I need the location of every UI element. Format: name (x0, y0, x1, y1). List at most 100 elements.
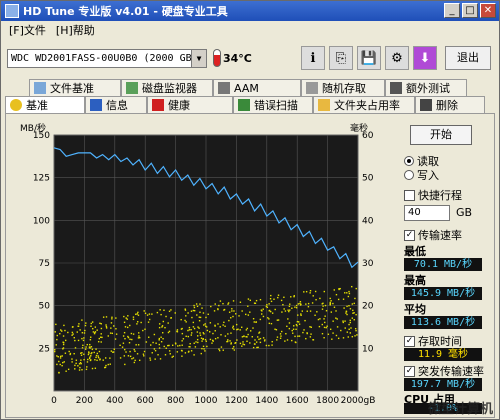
read-radio[interactable] (404, 156, 414, 166)
tab-health[interactable]: 健康 (147, 96, 233, 113)
transfer-rate-option[interactable]: ✓ 传输速率 (404, 227, 462, 243)
access-time-point (90, 322, 92, 325)
access-time-point (318, 325, 321, 328)
x-tick-label: 1400 (255, 396, 278, 406)
access-time-point (254, 343, 256, 345)
access-time-point (249, 299, 252, 302)
tab-aam[interactable]: AAM (213, 79, 301, 96)
temperature-value: 34°C (223, 51, 252, 65)
access-time-point (151, 313, 153, 315)
access-time-point (134, 359, 136, 362)
info-icon[interactable]: ℹ (301, 46, 325, 70)
monitor-icon (126, 82, 138, 94)
access-time-point (232, 315, 234, 318)
short-stroke-option[interactable]: 快捷行程 (404, 187, 462, 203)
tab-disk-monitor[interactable]: 磁盘监视器 (121, 79, 213, 96)
tab-extra-tests[interactable]: 额外测试 (385, 79, 467, 96)
minimize-button[interactable]: _ (444, 3, 460, 18)
access-time-point (196, 305, 199, 308)
access-time-point (136, 353, 139, 355)
access-time-point (247, 305, 249, 307)
access-time-checkbox[interactable]: ✓ (404, 335, 415, 347)
save-icon[interactable]: 💾 (357, 46, 381, 70)
access-time-point (335, 334, 338, 337)
access-time-point (202, 312, 205, 314)
access-time-point (348, 305, 350, 307)
y2-tick-label: 30 (362, 259, 374, 269)
access-time-point (196, 338, 199, 341)
copy-icon[interactable]: ⎘ (329, 46, 353, 70)
access-time-point (230, 343, 232, 345)
access-time-point (125, 351, 127, 353)
tab-benchmark[interactable]: 基准 (5, 96, 85, 113)
settings-icon[interactable]: ⚙ (385, 46, 409, 70)
tab-random-access[interactable]: 随机存取 (301, 79, 385, 96)
tab-info[interactable]: 信息 (85, 96, 147, 113)
access-time-point (129, 338, 131, 341)
access-time-point (54, 348, 56, 351)
access-time-point (129, 324, 131, 327)
burst-rate-checkbox[interactable]: ✓ (404, 365, 415, 377)
access-time-point (163, 345, 165, 348)
access-time-point (107, 363, 109, 366)
access-time-point (187, 312, 189, 314)
tab-delete[interactable]: 删除 (415, 96, 485, 113)
access-time-point (80, 354, 83, 356)
write-radio[interactable] (404, 170, 414, 180)
write-option[interactable]: 写入 (404, 167, 439, 183)
access-time-point (190, 310, 193, 312)
maximize-button[interactable]: □ (462, 3, 478, 18)
tab-file-benchmark[interactable]: 文件基准 (29, 79, 121, 96)
access-time-point (154, 358, 156, 360)
access-time-point (324, 321, 326, 324)
access-time-point (148, 318, 151, 321)
burst-rate-option[interactable]: ✓ 突发传输速率 (404, 363, 484, 379)
tab-folder-usage[interactable]: 文件夹占用率 (313, 96, 415, 113)
access-time-point (149, 359, 152, 361)
x-tick-label: 0 (51, 396, 57, 406)
access-time-point (81, 332, 84, 334)
title-bar[interactable]: HD Tune 专业版 v4.01 - 硬盘专业工具 _ □ ✕ (1, 1, 499, 21)
access-time-point (267, 317, 269, 319)
start-button[interactable]: 开始 (410, 125, 472, 145)
access-time-point (309, 310, 312, 312)
access-time-point (218, 304, 220, 307)
chart-svg: 0 200 400 600 800 1000 1200 1400 1600 1800 2000gB 1… (20, 122, 376, 406)
access-time-point (184, 308, 186, 310)
access-time-point (218, 348, 220, 350)
transfer-rate-checkbox[interactable]: ✓ (404, 229, 415, 241)
drive-select[interactable]: WDC WD2001FASS-00U0B0 (2000 GB) ▼ (7, 49, 207, 68)
short-stroke-checkbox[interactable] (404, 189, 415, 201)
x-tick-label: 2000gB (341, 396, 376, 406)
menu-file[interactable]: [F]文件 (9, 22, 46, 38)
access-time-point (111, 332, 114, 335)
access-time-point (261, 313, 263, 315)
access-time-point (259, 341, 262, 344)
access-time-point (195, 303, 198, 305)
access-time-point (220, 334, 222, 336)
access-time-point (180, 328, 183, 330)
exit-button[interactable]: 退出 (445, 46, 491, 70)
tab-error-scan[interactable]: 错误扫描 (233, 96, 313, 113)
access-time-point (131, 338, 133, 341)
access-time-option[interactable]: ✓ 存取时间 (404, 333, 462, 349)
access-time-point (241, 336, 244, 338)
access-time-point (99, 358, 101, 360)
access-time-point (135, 344, 137, 346)
access-time-point (91, 348, 94, 351)
download-icon[interactable]: ⬇ (413, 46, 437, 70)
access-time-point (193, 304, 195, 307)
access-time-point (86, 366, 88, 368)
chevron-down-icon[interactable]: ▼ (191, 50, 206, 67)
short-stroke-input[interactable]: 40 (404, 205, 450, 221)
avg-label: 平均 (404, 303, 426, 316)
access-time-point (279, 333, 282, 335)
access-time-point (298, 335, 301, 337)
access-time-point (185, 335, 187, 338)
access-time-point (90, 352, 92, 355)
close-button[interactable]: ✕ (480, 3, 496, 18)
menu-help[interactable]: [H]帮助 (56, 22, 95, 38)
access-time-point (314, 290, 317, 293)
access-time-point (176, 351, 179, 353)
access-time-point (188, 350, 190, 353)
